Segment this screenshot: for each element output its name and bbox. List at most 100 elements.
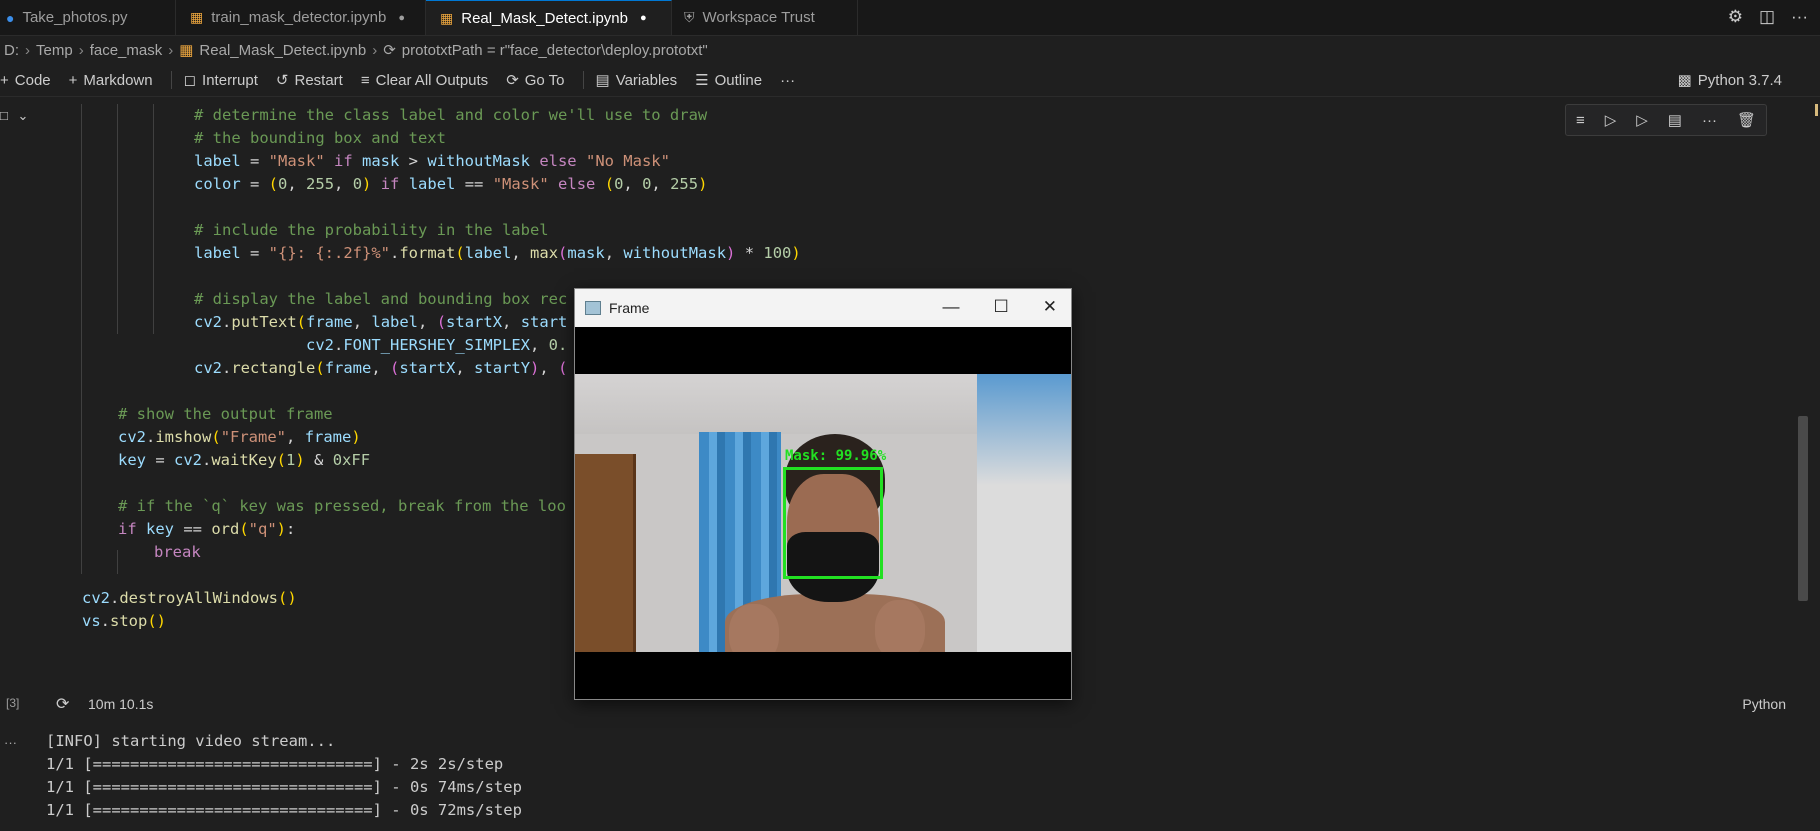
indent-guide — [153, 104, 154, 334]
frame-title: Frame — [609, 300, 650, 316]
kernel-label: Python 3.7.4 — [1697, 71, 1782, 89]
person-hand — [729, 604, 779, 652]
chevron-right-icon: › — [78, 41, 84, 59]
frame-title-bar[interactable]: Frame — ☐ ✕ — [575, 289, 1071, 327]
variables-label: Variables — [615, 71, 678, 89]
webcam-frame: Mask: 99.96% — [575, 374, 1071, 652]
shield-icon: ⛨ — [684, 9, 695, 25]
restart-icon: ↺ — [275, 72, 289, 89]
code-line: break — [154, 543, 201, 561]
clear-outputs-icon: ≡ — [360, 71, 370, 89]
cell-output: [INFO] starting video stream... 1/1 [===… — [46, 730, 522, 822]
tab-label: Real_Mask_Detect.ipynb — [461, 9, 628, 27]
chevron-down-icon: ⌄ — [17, 108, 29, 123]
kernel-picker[interactable]: ▩ Python 3.7.4 — [1677, 71, 1782, 90]
restart-label: Restart — [294, 71, 343, 89]
unsaved-dot-icon: ● — [398, 11, 405, 24]
interrupt-label: Interrupt — [202, 71, 258, 89]
variables-button[interactable]: ▤ Variables — [596, 71, 678, 90]
tab-label: Workspace Trust — [702, 9, 815, 26]
python-icon: ● — [6, 9, 15, 26]
breadcrumb-folder-temp[interactable]: Temp — [36, 42, 73, 59]
code-line: label = "Mask" if mask > withoutMask els… — [194, 152, 670, 170]
outline-label: Outline — [714, 71, 763, 89]
close-icon[interactable]: ✕ — [1043, 297, 1057, 317]
refresh-icon: ⟳ — [56, 696, 70, 713]
code-line: cv2.imshow("Frame", frame) — [118, 428, 361, 446]
breadcrumb-symbol[interactable]: prototxtPath = r"face_detector\deploy.pr… — [402, 42, 708, 59]
output-line: 1/1 [==============================] - 0… — [46, 778, 522, 796]
scene-wall — [977, 374, 1071, 652]
overview-ruler-marker — [1815, 104, 1818, 116]
breadcrumb: D: › Temp › face_mask › ▦ Real_Mask_Dete… — [0, 36, 1820, 64]
tab-real-mask-detect[interactable]: ▦ Real_Mask_Detect.ipynb ● — [426, 0, 672, 35]
cell-language[interactable]: Python — [1742, 696, 1786, 712]
split-editor-icon[interactable]: ◫ — [1759, 7, 1775, 27]
detection-bounding-box — [783, 467, 883, 579]
cell-checkbox-icon: □ — [0, 108, 8, 123]
output-line: [INFO] starting video stream... — [46, 732, 336, 750]
restart-button[interactable]: ↺ Restart — [275, 71, 343, 90]
more-actions-label: ··· — [780, 71, 796, 89]
add-markdown-label: Markdown — [83, 71, 153, 89]
execution-count: [3] — [6, 696, 20, 710]
tab-train-mask-detector[interactable]: ▦ train_mask_detector.ipynb ● — [176, 0, 426, 35]
kernel-icon: ▩ — [1677, 72, 1692, 89]
more-icon[interactable]: ··· — [1791, 7, 1808, 27]
notebook-icon: ▦ — [179, 42, 194, 59]
breadcrumb-file[interactable]: Real_Mask_Detect.ipynb — [199, 42, 366, 59]
code-line: # display the label and bounding box rec — [194, 290, 568, 308]
notebook-icon: ▦ — [440, 9, 454, 26]
tab-take-photos[interactable]: ● Take_photos.py — [0, 0, 176, 35]
indent-guide — [117, 550, 118, 574]
tab-label: Take_photos.py — [22, 9, 128, 26]
app-icon — [585, 301, 601, 315]
stop-icon: ◻ — [183, 72, 197, 89]
clear-outputs-label: Clear All Outputs — [375, 71, 489, 89]
plus-icon: + — [0, 71, 9, 89]
go-to-icon: ⟳ — [506, 72, 519, 89]
outline-button[interactable]: ☰ Outline — [695, 71, 763, 90]
breadcrumb-folder-face-mask[interactable]: face_mask — [90, 42, 163, 59]
code-line: cv2.rectangle(frame, (startX, startY), ( — [194, 359, 568, 377]
editor-actions: ⚙ ◫ ··· — [1728, 7, 1808, 27]
notebook-icon: ▦ — [190, 9, 204, 25]
gear-icon[interactable]: ⚙ — [1728, 7, 1743, 27]
interrupt-button[interactable]: ◻ Interrupt — [183, 71, 258, 90]
code-line: # determine the class label and color we… — [194, 106, 708, 124]
clear-all-outputs-button[interactable]: ≡ Clear All Outputs — [361, 72, 488, 89]
code-line: key = cv2.waitKey(1) & 0xFF — [118, 451, 371, 469]
code-line: label = "{}: {:.2f}%".format(label, max(… — [194, 244, 801, 262]
indent-guide — [117, 104, 118, 334]
toolbar-divider — [170, 71, 172, 89]
maximize-icon[interactable]: ☐ — [994, 297, 1009, 317]
add-code-label: Code — [14, 71, 51, 89]
person-hand — [875, 600, 925, 652]
notebook-toolbar: + Code + Markdown ◻ Interrupt ↺ Restart ≡ Cle… — [0, 64, 1820, 97]
code-line: # show the output frame — [118, 405, 333, 423]
code-line: vs.stop() — [82, 612, 167, 630]
code-line: cv2.FONT_HERSHEY_SIMPLEX, 0. — [306, 336, 568, 354]
execution-duration: 10m 10.1s — [88, 696, 154, 712]
more-actions-button[interactable]: ··· — [780, 72, 795, 89]
scene-door — [575, 454, 636, 652]
chevron-right-icon: › — [168, 41, 174, 59]
breadcrumb-drive[interactable]: D: — [4, 42, 19, 59]
tab-workspace-trust[interactable]: ⛨ Workspace Trust — [672, 0, 858, 35]
add-markdown-cell-button[interactable]: + Markdown — [69, 72, 153, 89]
code-line: # the bounding box and text — [194, 129, 446, 147]
go-to-button[interactable]: ⟳ Go To — [506, 71, 565, 90]
outline-icon: ☰ — [695, 72, 709, 89]
output-line: 1/1 [==============================] - 2… — [46, 755, 504, 773]
editor-scrollbar[interactable] — [1798, 416, 1808, 601]
add-code-cell-button[interactable]: + Code — [0, 72, 51, 89]
output-line: 1/1 [==============================] - 0… — [46, 801, 522, 819]
go-to-label: Go To — [524, 71, 565, 89]
detection-label: Mask: 99.96% — [785, 448, 887, 464]
chevron-right-icon: › — [372, 41, 378, 59]
frame-window[interactable]: Frame — ☐ ✕ Mask: 99.96% — [574, 288, 1072, 700]
cell-collapse-toggle[interactable]: □ ⌄ — [0, 108, 28, 124]
code-line: # if the `q` key was pressed, break from… — [118, 497, 566, 515]
output-more-icon[interactable]: ··· — [4, 735, 17, 750]
minimize-icon[interactable]: — — [943, 297, 960, 317]
